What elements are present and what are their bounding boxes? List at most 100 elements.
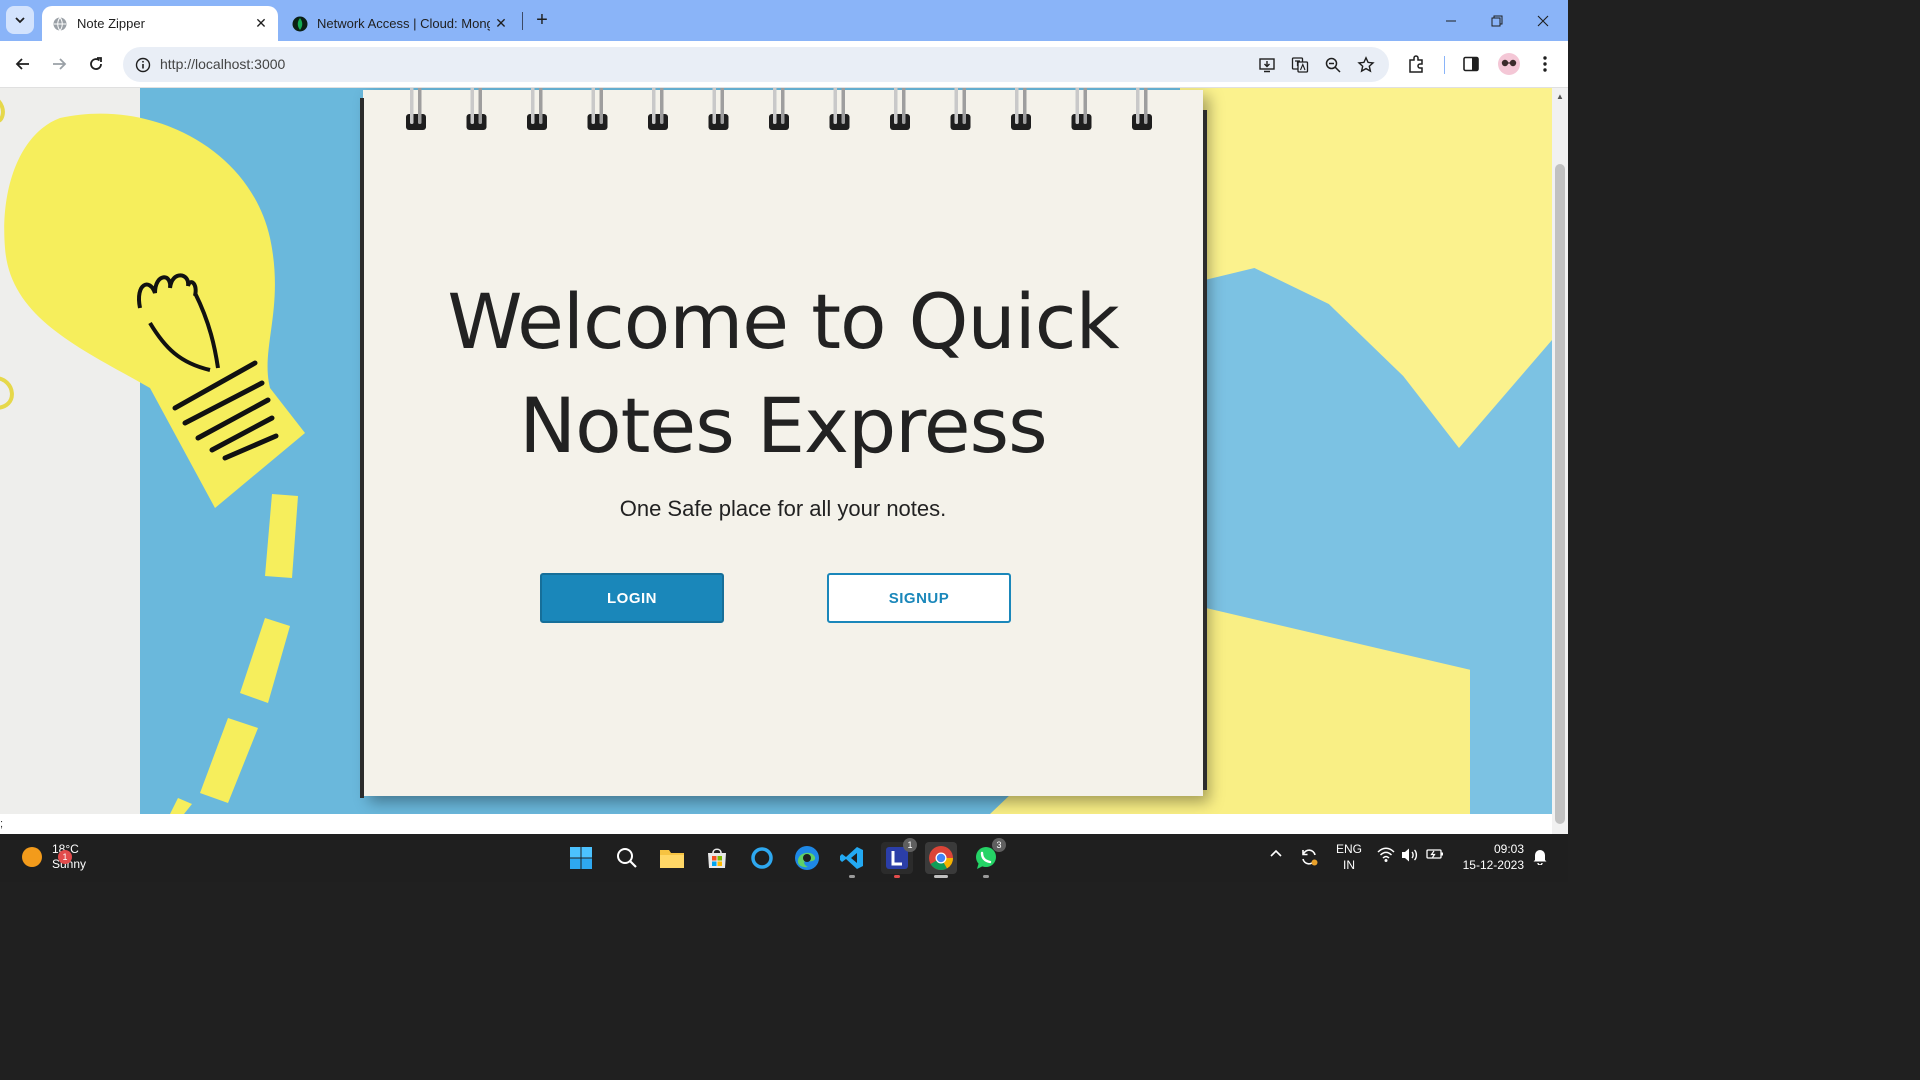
minimize-button[interactable] — [1428, 0, 1474, 41]
binding-hole — [890, 114, 910, 130]
running-indicator — [849, 875, 855, 878]
weather-badge: 1 — [58, 850, 72, 864]
battery-tray-icon[interactable] — [1425, 847, 1445, 861]
forward-button[interactable] — [44, 49, 74, 79]
binding-hole — [1071, 114, 1092, 130]
stray-text: ; — [0, 818, 4, 830]
chrome-icon — [929, 846, 953, 871]
microsoft-store-button[interactable] — [701, 842, 733, 874]
notification-center-button[interactable] — [1530, 847, 1550, 865]
app-badge: 3 — [992, 838, 1006, 852]
hero-tagline: One Safe place for all your notes. — [619, 496, 947, 521]
binding-ring — [833, 88, 837, 124]
tab-note-zipper[interactable]: Note Zipper ✕ — [42, 6, 278, 41]
profile-avatar[interactable] — [1496, 51, 1522, 77]
binding-ring — [660, 88, 664, 124]
volume-tray-icon[interactable] — [1400, 847, 1420, 863]
zoom-icon[interactable] — [1321, 54, 1345, 76]
binding-hole — [406, 114, 426, 130]
sync-tray-button[interactable] — [1298, 847, 1320, 867]
menu-kebab-icon[interactable] — [1532, 51, 1558, 77]
binding-hole — [466, 114, 487, 130]
binding-ring — [531, 88, 535, 124]
back-button[interactable] — [8, 49, 38, 79]
binding-ring — [1136, 88, 1140, 124]
url-text[interactable]: http://localhost:3000 — [160, 56, 285, 72]
notification-bell-icon — [1533, 848, 1548, 865]
tab-network-access[interactable]: Network Access | Cloud: MongoDB ✕ — [282, 6, 518, 41]
extensions-icon[interactable] — [1404, 51, 1430, 77]
sync-icon — [1302, 849, 1318, 866]
page-viewport: Welcome to Quick Notes Express One Safe … — [0, 88, 1552, 834]
language-indicator[interactable]: ENG IN — [1334, 841, 1364, 873]
browser-toolbar: http://localhost:3000 — [0, 41, 1568, 88]
tab-separator — [522, 12, 523, 30]
tab-close-icon[interactable]: ✕ — [490, 13, 512, 35]
language-line-2: IN — [1343, 858, 1355, 872]
close-icon — [1537, 15, 1549, 26]
vscode-button[interactable] — [836, 842, 868, 878]
system-clock[interactable]: 09:03 15-12-2023 — [1458, 841, 1524, 873]
chrome-button[interactable] — [925, 842, 957, 878]
binding-ring — [478, 88, 482, 124]
battery-charging-icon — [1426, 849, 1443, 859]
vertical-scrollbar[interactable]: ▲ — [1552, 88, 1568, 834]
weather-widget[interactable]: 18°C Sunny — [22, 842, 86, 872]
tab-search-button[interactable] — [6, 6, 34, 34]
file-explorer-button[interactable] — [656, 842, 688, 874]
windows-taskbar: 18°C Sunny 1 1 3 ENG IN 09:03 15-12-2023 — [0, 834, 1568, 882]
speaker-icon — [1402, 848, 1418, 862]
toolbar-separator — [1444, 56, 1445, 74]
binding-ring — [781, 88, 785, 124]
binding-ring — [954, 88, 958, 124]
cortana-button[interactable] — [746, 842, 778, 874]
edge-button[interactable] — [791, 842, 823, 874]
bookmark-star-icon[interactable] — [1354, 54, 1378, 76]
clock-date: 15-12-2023 — [1462, 858, 1524, 872]
taskbar-search-button[interactable] — [611, 842, 643, 874]
cortana-ring-icon — [751, 847, 773, 869]
side-panel-icon[interactable] — [1458, 51, 1484, 77]
binding-hole — [769, 114, 789, 130]
binding-ring — [773, 88, 777, 124]
sun-icon — [22, 847, 42, 867]
arrow-right-icon — [53, 58, 67, 70]
tab-close-icon[interactable]: ✕ — [250, 13, 272, 35]
new-tab-button[interactable]: + — [530, 8, 554, 32]
binding-ring — [1144, 88, 1148, 124]
reload-button[interactable] — [81, 49, 111, 79]
binding-ring — [410, 88, 414, 124]
headline-line-1: Welcome to Quick — [447, 277, 1119, 366]
login-button[interactable]: LOGIN — [540, 573, 724, 623]
start-button[interactable] — [565, 842, 597, 874]
store-icon — [708, 848, 726, 868]
app-l-button[interactable]: 1 — [881, 838, 917, 878]
vscode-icon — [840, 847, 863, 869]
binding-ring — [470, 88, 474, 124]
binding-hole — [829, 114, 850, 130]
binding-ring — [902, 88, 906, 124]
binding-ring — [1015, 88, 1019, 124]
binding-hole — [708, 114, 729, 130]
signup-button[interactable]: SIGNUP — [827, 573, 1011, 623]
install-app-icon[interactable] — [1255, 54, 1279, 76]
restore-button[interactable] — [1474, 0, 1520, 41]
scrollbar-thumb[interactable] — [1555, 164, 1565, 824]
scroll-up-arrow-icon[interactable]: ▲ — [1555, 92, 1565, 101]
show-hidden-icons-button[interactable] — [1268, 847, 1284, 861]
binding-ring — [591, 88, 595, 124]
translate-icon[interactable] — [1288, 54, 1312, 76]
folder-icon — [660, 850, 684, 868]
close-window-button[interactable] — [1520, 0, 1566, 41]
search-icon — [617, 848, 637, 868]
tab-title: Note Zipper — [77, 16, 145, 31]
spiral-binding — [406, 88, 1152, 130]
active-indicator — [934, 875, 948, 878]
tab-title: Network Access | Cloud: MongoDB — [317, 16, 490, 31]
wifi-tray-icon[interactable] — [1376, 847, 1396, 863]
binding-ring — [539, 88, 543, 124]
site-info-icon[interactable] — [132, 54, 154, 76]
address-bar[interactable]: http://localhost:3000 — [123, 47, 1389, 82]
clock-time: 09:03 — [1493, 842, 1524, 856]
whatsapp-button[interactable]: 3 — [970, 838, 1006, 878]
